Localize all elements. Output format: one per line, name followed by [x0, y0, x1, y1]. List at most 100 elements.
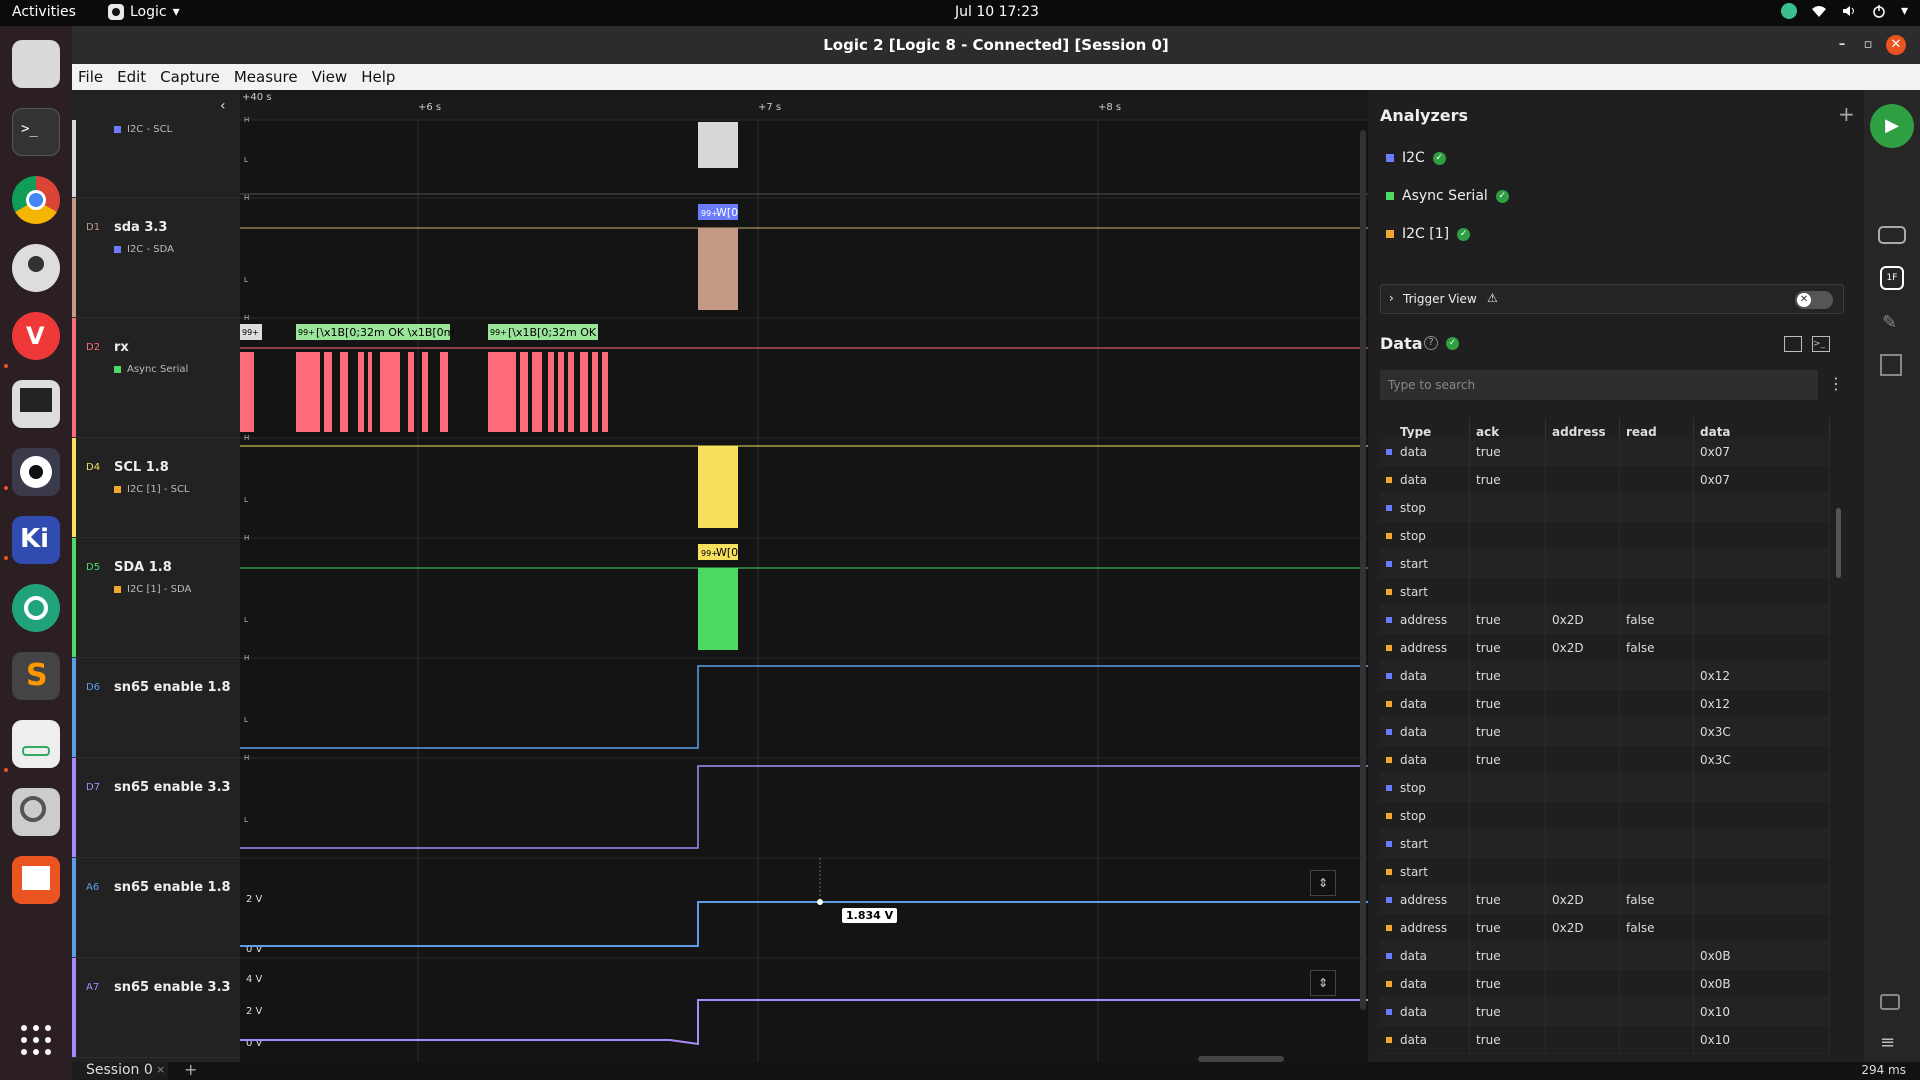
table-row[interactable]: stop — [1380, 802, 1830, 830]
table-row[interactable]: data true 0x07 — [1380, 466, 1830, 494]
analyzer-item[interactable]: I2C [1] ✓ — [1386, 226, 1471, 242]
app-menu[interactable]: Logic ▾ — [108, 4, 180, 20]
channel-row[interactable]: I2C - SCL — [72, 120, 240, 198]
session-tab[interactable]: Session 0 × — [72, 1062, 168, 1080]
clock[interactable]: Jul 10 17:23 — [955, 4, 1039, 20]
table-view-icon[interactable] — [1784, 336, 1802, 352]
channel-name[interactable]: SDA 1.8 — [114, 560, 172, 575]
channel-row[interactable]: D5 SDA 1.8 I2C [1] - SDA — [72, 538, 240, 658]
app-grid-icon[interactable] — [12, 1016, 60, 1064]
magnifier-icon[interactable] — [12, 788, 60, 836]
menu-file[interactable]: File — [78, 68, 103, 86]
menu-capture[interactable]: Capture — [160, 68, 220, 86]
channel-name[interactable]: sda 3.3 — [114, 220, 167, 235]
trigger-toggle[interactable]: ✕ — [1795, 291, 1833, 309]
data-table[interactable]: Type ack address read data data true 0x07 d… — [1380, 418, 1844, 1062]
channel-row[interactable]: A7 sn65 enable 3.3 — [72, 958, 240, 1058]
menu-edit[interactable]: Edit — [117, 68, 146, 86]
autoscale-button[interactable]: ⇕ — [1310, 870, 1336, 896]
table-row[interactable]: data true 0x10 — [1380, 1026, 1830, 1054]
channel-row[interactable]: A6 sn65 enable 1.8 — [72, 858, 240, 958]
document-viewer-icon[interactable] — [12, 720, 60, 768]
presentation-icon[interactable] — [12, 856, 60, 904]
menu-icon[interactable]: ≡ — [1880, 1032, 1895, 1053]
table-row[interactable]: address true 0x2D false — [1380, 634, 1830, 662]
table-row[interactable]: start — [1380, 578, 1830, 606]
trigger-view-row[interactable]: › Trigger View ⚠ ✕ — [1380, 284, 1844, 314]
table-scrollbar[interactable] — [1836, 508, 1841, 578]
table-row[interactable]: stop — [1380, 774, 1830, 802]
table-row[interactable]: start — [1380, 858, 1830, 886]
channel-row[interactable]: D7 sn65 enable 3.3 — [72, 758, 240, 858]
table-row[interactable]: data true 0x3C — [1380, 718, 1830, 746]
vertical-scrollbar[interactable] — [1360, 130, 1366, 1010]
table-row[interactable]: address true 0x2D false — [1380, 886, 1830, 914]
analyzer-item[interactable]: I2C ✓ — [1386, 150, 1446, 166]
table-row[interactable]: data true 0x12 — [1380, 690, 1830, 718]
remote-desktop-icon[interactable] — [12, 584, 60, 632]
channel-name[interactable]: SCL 1.8 — [114, 460, 169, 475]
table-row[interactable]: address true 0x2D false — [1380, 606, 1830, 634]
kicad-icon[interactable]: Ki — [12, 516, 60, 564]
terminal-view-icon[interactable]: >_ — [1812, 336, 1830, 352]
new-session-icon[interactable]: + — [184, 1060, 197, 1079]
more-options-icon[interactable]: ⋮ — [1828, 374, 1844, 393]
channel-name[interactable]: sn65 enable 1.8 — [114, 880, 231, 895]
close-icon[interactable]: ✕ — [1886, 35, 1906, 55]
channel-name[interactable]: rx — [114, 340, 129, 355]
channel-row[interactable]: D6 sn65 enable 1.8 — [72, 658, 240, 758]
sublime-text-icon[interactable]: S — [12, 652, 60, 700]
menu-measure[interactable]: Measure — [234, 68, 298, 86]
help-icon[interactable]: ? — [1424, 336, 1438, 350]
feedback-icon[interactable] — [1880, 994, 1900, 1010]
channel-row[interactable]: D2 rx Async Serial — [72, 318, 240, 438]
data-search-input[interactable] — [1380, 370, 1818, 400]
table-row[interactable]: start — [1380, 550, 1830, 578]
activities-button[interactable]: Activities — [12, 4, 76, 20]
logic-icon[interactable] — [12, 448, 60, 496]
start-capture-button[interactable]: ▶ — [1870, 104, 1914, 148]
window-titlebar[interactable]: Logic 2 [Logic 8 - Connected] [Session 0… — [72, 26, 1920, 64]
system-tray[interactable]: ▾ — [1780, 3, 1908, 19]
retro-computer-icon[interactable] — [12, 380, 60, 428]
table-row[interactable]: data true 0x07 — [1380, 438, 1830, 466]
caret-down-icon[interactable]: ▾ — [1901, 3, 1908, 19]
files-icon[interactable] — [12, 40, 60, 88]
analyzer-item[interactable]: Async Serial ✓ — [1386, 188, 1509, 204]
wifi-icon[interactable] — [1811, 3, 1827, 19]
extensions-icon[interactable] — [1880, 354, 1902, 376]
menu-help[interactable]: Help — [361, 68, 395, 86]
measure-icon[interactable]: ✎ — [1882, 312, 1897, 333]
device-settings-icon[interactable] — [1878, 226, 1906, 244]
sync-icon[interactable] — [1780, 3, 1797, 19]
add-analyzer-icon[interactable]: + — [1838, 102, 1855, 126]
vivaldi-icon[interactable]: V — [12, 312, 60, 360]
collapse-panel-icon[interactable]: ‹ — [220, 98, 226, 114]
volume-icon[interactable] — [1841, 3, 1857, 19]
minimize-icon[interactable]: – — [1832, 35, 1852, 55]
analyzers-icon[interactable]: 1F — [1880, 266, 1904, 290]
chrome-icon[interactable] — [12, 176, 60, 224]
autoscale-button[interactable]: ⇕ — [1310, 970, 1336, 996]
channel-row[interactable]: D4 SCL 1.8 I2C [1] - SCL — [72, 438, 240, 538]
table-row[interactable]: address true 0x2D false — [1380, 914, 1830, 942]
table-row[interactable]: data true 0x3C — [1380, 746, 1830, 774]
table-row[interactable]: data true 0x10 — [1380, 998, 1830, 1026]
table-row[interactable]: start — [1380, 830, 1830, 858]
power-icon[interactable] — [1871, 3, 1887, 19]
terminal-icon[interactable]: >_ — [12, 108, 60, 156]
channel-row[interactable]: D1 sda 3.3 I2C - SDA — [72, 198, 240, 318]
close-tab-icon[interactable]: × — [156, 1063, 165, 1076]
channel-name[interactable]: sn65 enable 3.3 — [114, 780, 231, 795]
table-row[interactable]: data true 0x12 — [1380, 662, 1830, 690]
channel-name[interactable]: sn65 enable 1.8 — [114, 680, 231, 695]
menu-view[interactable]: View — [312, 68, 348, 86]
maximize-icon[interactable]: ▫ — [1858, 35, 1878, 55]
table-row[interactable]: stop — [1380, 494, 1830, 522]
table-row[interactable]: data true 0x0B — [1380, 942, 1830, 970]
channel-name[interactable]: sn65 enable 3.3 — [114, 980, 231, 995]
waveform-view[interactable]: +40 s +6 s +7 s +8 s HLHL99+W[0HL99+99+[… — [240, 90, 1368, 1062]
table-row[interactable]: stop — [1380, 522, 1830, 550]
table-row[interactable]: data true 0x0B — [1380, 970, 1830, 998]
webcam-icon[interactable] — [12, 244, 60, 292]
